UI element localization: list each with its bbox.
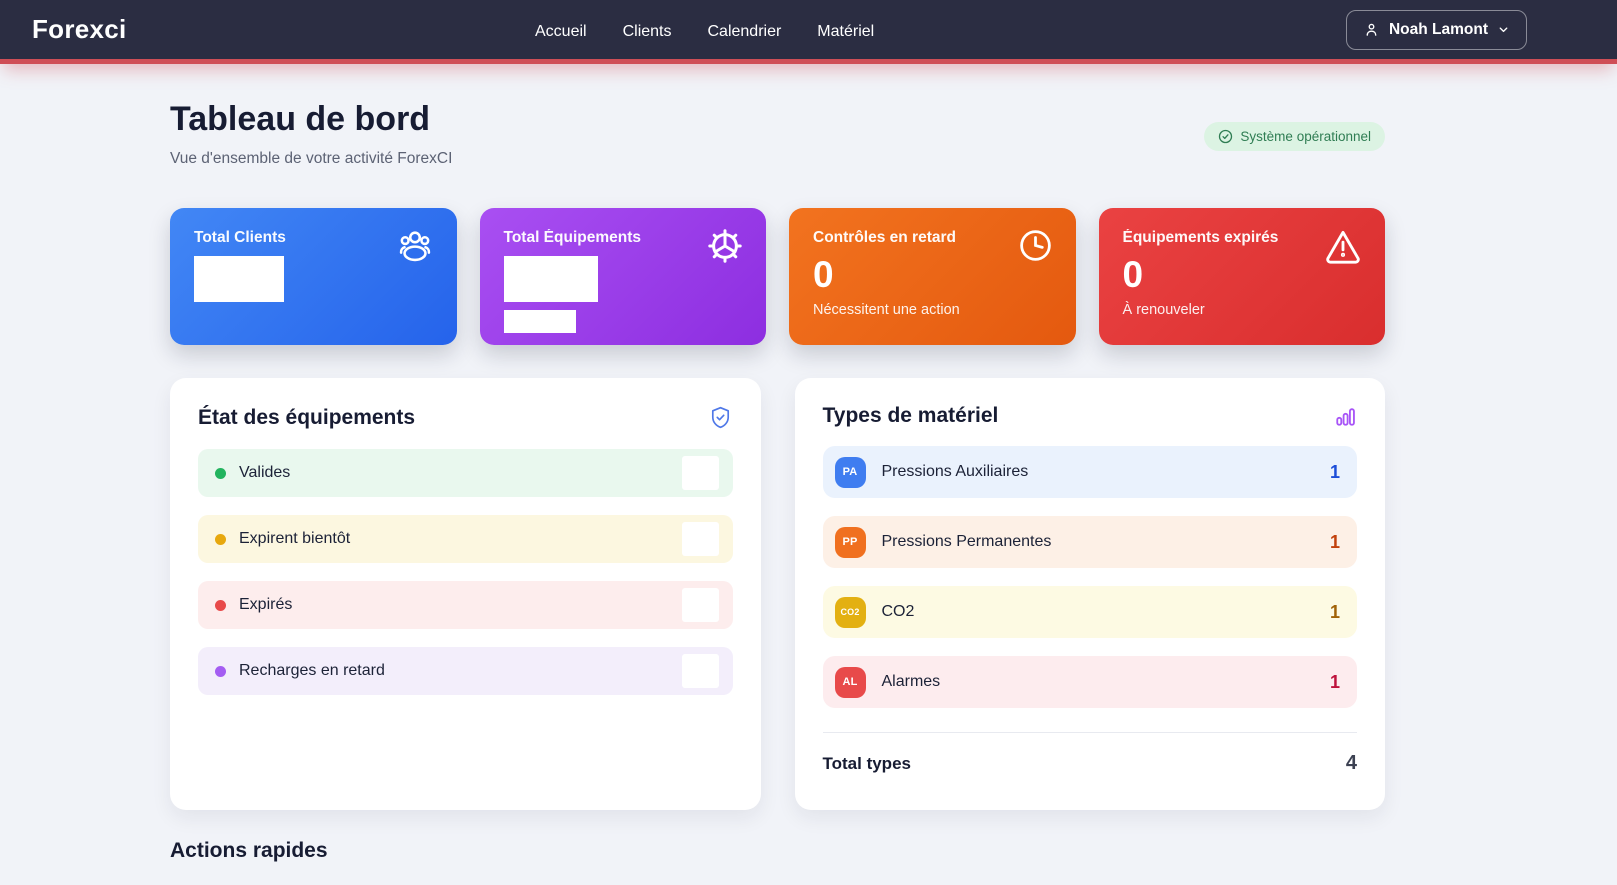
panels-row: État des équipements Valides Expirent bi… (170, 378, 1385, 810)
panel-title: État des équipements (198, 405, 416, 429)
total-types-label: Total types (822, 753, 911, 773)
equipment-status-row: Expirent bientôt (198, 515, 733, 563)
equipment-status-label: Valides (239, 464, 291, 481)
quick-actions-title: Actions rapides (170, 839, 328, 862)
user-menu-button[interactable]: Noah Lamont (1345, 9, 1527, 50)
page-header-text: Tableau de bord Vue d'ensemble de votre … (170, 100, 452, 168)
redacted-value-block (194, 256, 284, 302)
stat-card-total-equipements: Total Équipements (479, 208, 766, 345)
redacted-subtitle-block (503, 310, 576, 333)
equipment-status-header: État des équipements (198, 404, 733, 431)
material-type-row: PA Pressions Auxiliaires 1 (822, 446, 1357, 498)
redacted-count-block (681, 456, 719, 490)
stat-card-controles-en-retard: Contrôles en retard 0 Nécessitent une ac… (789, 208, 1076, 345)
total-types-value: 4 (1345, 752, 1357, 774)
stat-card-subtitle: Nécessitent une action (813, 302, 960, 318)
stat-card-subtitle: À renouveler (1122, 302, 1205, 318)
material-type-badge: PP (834, 526, 866, 558)
main-nav: Accueil Clients Calendrier Matériel (535, 0, 874, 64)
status-dot-green (215, 467, 226, 479)
gear-icon (706, 227, 744, 265)
material-types-footer: Total types 4 (822, 732, 1357, 775)
shield-check-icon (708, 404, 733, 431)
status-dot-yellow (215, 533, 226, 545)
alert-triangle-icon (1323, 227, 1363, 265)
user-icon (1363, 21, 1380, 38)
material-type-row: AL Alarmes 1 (822, 656, 1357, 708)
material-types-panel: Types de matériel PA Pressions Auxiliair… (794, 378, 1385, 810)
material-type-label: CO2 (881, 603, 915, 620)
material-type-count: 1 (1329, 671, 1340, 692)
check-circle-icon (1218, 129, 1233, 144)
redacted-count-block (681, 588, 719, 622)
material-type-label: Alarmes (881, 673, 941, 690)
material-type-row: CO2 CO2 1 (822, 586, 1357, 638)
equipment-status-panel: État des équipements Valides Expirent bi… (170, 378, 761, 810)
equipment-status-row: Expirés (198, 581, 733, 629)
equipment-status-row: Valides (198, 449, 733, 497)
equipment-status-label: Expirés (239, 596, 293, 613)
user-name: Noah Lamont (1388, 20, 1488, 38)
material-type-row: PP Pressions Permanentes 1 (822, 516, 1357, 568)
navbar: Forexci Accueil Clients Calendrier Matér… (0, 0, 1617, 64)
equipment-status-row: Recharges en retard (198, 647, 733, 695)
page-title: Tableau de bord (170, 100, 431, 138)
material-type-count: 1 (1329, 601, 1340, 622)
material-types-header: Types de matériel (823, 404, 1358, 428)
equipment-status-label: Recharges en retard (239, 662, 385, 679)
brand-logo[interactable]: Forexci (32, 14, 127, 45)
stat-card-equipements-expires: Équipements expirés 0 À renouveler (1098, 208, 1385, 345)
clock-icon (1017, 227, 1054, 264)
status-badge: Système opérationnel (1204, 122, 1385, 151)
nav-item-clients[interactable]: Clients (623, 23, 672, 41)
bar-chart-icon (1334, 405, 1357, 428)
material-type-badge: PA (834, 456, 866, 488)
material-type-label: Pressions Permanentes (881, 533, 1052, 550)
main-content: Tableau de bord Vue d'ensemble de votre … (170, 100, 1385, 863)
nav-item-materiel[interactable]: Matériel (817, 23, 874, 41)
users-icon (395, 227, 435, 265)
chevron-down-icon (1497, 23, 1510, 36)
nav-item-accueil[interactable]: Accueil (535, 23, 587, 41)
status-badge-label: Système opérationnel (1240, 129, 1371, 144)
material-type-label: Pressions Auxiliaires (881, 463, 1029, 480)
panel-title: Types de matériel (822, 404, 999, 427)
material-type-count: 1 (1329, 461, 1340, 482)
status-dot-red (215, 599, 226, 611)
redacted-count-block (681, 654, 719, 688)
equipment-status-label: Expirent bientôt (239, 530, 351, 547)
material-type-badge: AL (834, 666, 866, 698)
redacted-count-block (681, 522, 719, 556)
page-header: Tableau de bord Vue d'ensemble de votre … (170, 100, 1385, 168)
material-type-count: 1 (1329, 531, 1340, 552)
stat-card-total-clients: Total Clients (170, 208, 457, 345)
page-subtitle: Vue d'ensemble de votre activité ForexCI (170, 150, 453, 167)
status-dot-purple (215, 665, 226, 677)
material-type-badge: CO2 (834, 596, 866, 628)
nav-item-calendrier[interactable]: Calendrier (707, 23, 781, 41)
redacted-value-block (503, 256, 598, 302)
stat-cards-row: Total Clients Total Équipements Contrôle… (170, 208, 1385, 345)
